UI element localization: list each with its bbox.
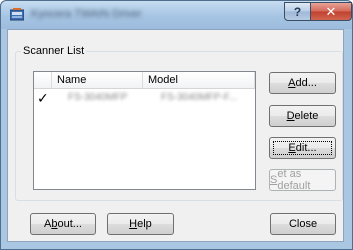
column-header-model[interactable]: Model: [143, 72, 255, 88]
set-default-label: et as default: [277, 168, 311, 192]
column-header-name[interactable]: Name: [52, 72, 143, 88]
list-header: Name Model: [34, 72, 255, 89]
about-pre: A: [44, 218, 52, 230]
close-glyph: ✕: [325, 3, 337, 19]
scanner-name: FS-3040MFP: [68, 92, 128, 103]
app-icon: [10, 8, 24, 21]
edit-button[interactable]: Edit...: [269, 137, 336, 159]
scanner-list-legend: Scanner List: [21, 45, 87, 57]
window-title: Kyocera TWAIN Driver: [31, 8, 142, 20]
close-button[interactable]: Close: [270, 213, 336, 235]
help-mnemonic: H: [129, 218, 138, 230]
delete-mnemonic: D: [286, 110, 295, 122]
list-item[interactable]: ✓ FS-3040MFP FS-3040MFP-F...: [34, 90, 255, 106]
help-icon[interactable]: ?: [284, 2, 311, 21]
add-label: dd...: [295, 77, 317, 89]
close-label: Close: [288, 218, 318, 230]
help-glyph: ?: [293, 4, 302, 19]
help-label: elp: [137, 218, 152, 230]
set-as-default-button: Set as default: [269, 168, 336, 192]
header-check-column[interactable]: [34, 72, 52, 88]
add-mnemonic: A: [288, 77, 296, 89]
add-button[interactable]: Add...: [269, 72, 336, 94]
close-icon[interactable]: ✕: [310, 2, 352, 21]
delete-label: elete: [294, 110, 319, 122]
title-bar[interactable]: Kyocera TWAIN Driver ? ✕: [1, 1, 352, 29]
about-label: out...: [57, 218, 82, 230]
check-icon[interactable]: ✓: [37, 91, 49, 105]
help-button[interactable]: Help: [107, 213, 174, 235]
focus-rectangle: [273, 141, 332, 155]
scanner-list[interactable]: Name Model ✓ FS-3040MFP FS-3040MFP-F...: [33, 71, 256, 190]
about-button[interactable]: Ab out...: [30, 213, 96, 235]
scanner-model: FS-3040MFP-F...: [161, 92, 238, 103]
delete-button[interactable]: Delete: [269, 105, 336, 127]
set-default-mnemonic: S: [270, 174, 278, 186]
